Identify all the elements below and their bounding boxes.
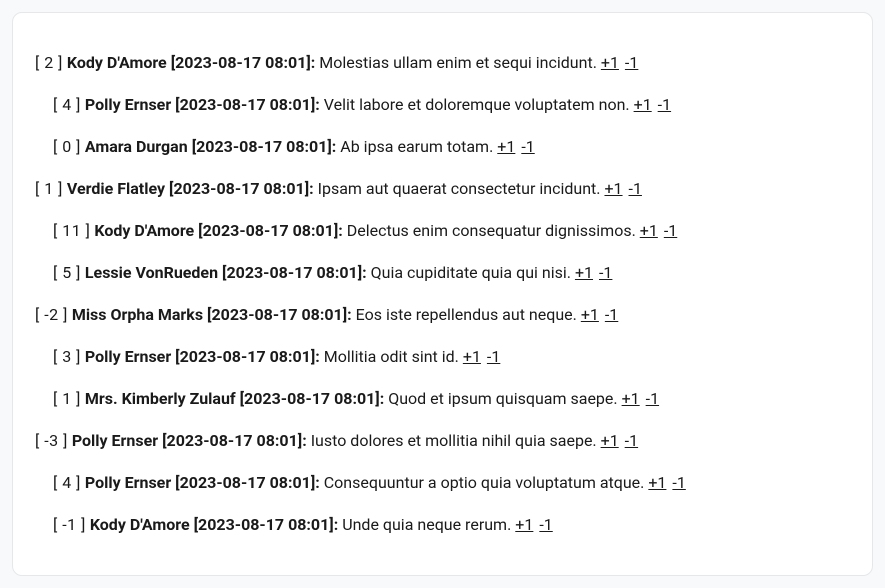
downvote-link[interactable]: -1 [599,263,612,282]
downvote-link[interactable]: -1 [646,389,659,408]
comment-score: [ 1 ] [53,389,81,408]
comment-meta: Lessie VonRueden [2023-08-17 08:01]: [85,263,367,282]
comment-reply: [ 4 ] Polly Ernser [2023-08-17 08:01]: C… [53,471,850,495]
comment-meta: Polly Ernser [2023-08-17 08:01]: [85,95,320,114]
comment-score: [ 1 ] [35,179,63,198]
comment-author: Lessie VonRueden [85,263,218,282]
comment-body: Mollitia odit sint id. [324,347,459,366]
comment-reply: [ -1 ] Kody D'Amore [2023-08-17 08:01]: … [53,513,850,537]
downvote-link[interactable]: -1 [487,347,500,366]
comment-timestamp: [2023-08-17 08:01]: [198,221,343,240]
comment-timestamp: [2023-08-17 08:01]: [162,431,307,450]
comment-reply: [ 11 ] Kody D'Amore [2023-08-17 08:01]: … [53,219,850,243]
comment-author: Mrs. Kimberly Zulauf [85,389,236,408]
comment-score: [ 3 ] [53,347,81,366]
comment-meta: Kody D'Amore [2023-08-17 08:01]: [67,53,315,72]
downvote-link[interactable]: -1 [672,473,685,492]
upvote-link[interactable]: +1 [604,179,622,198]
comment-score: [ 4 ] [53,95,81,114]
comment-meta: Miss Orpha Marks [2023-08-17 08:01]: [72,305,352,324]
comment-body: Eos iste repellendus aut neque. [356,305,577,324]
comment-author: Polly Ernser [72,431,158,450]
comment-score: [ 2 ] [35,53,63,72]
comment-meta: Kody D'Amore [2023-08-17 08:01]: [94,221,342,240]
comment: [ 1 ] Verdie Flatley [2023-08-17 08:01]:… [35,177,850,201]
downvote-link[interactable]: -1 [625,53,638,72]
comment-body: Ipsam aut quaerat consectetur incidunt. [318,179,601,198]
comment-author: Kody D'Amore [67,53,167,72]
upvote-link[interactable]: +1 [648,473,666,492]
comment: [ 2 ] Kody D'Amore [2023-08-17 08:01]: M… [35,51,850,75]
comment-meta: Polly Ernser [2023-08-17 08:01]: [72,431,307,450]
comment-timestamp: [2023-08-17 08:01]: [222,263,367,282]
comment-meta: Polly Ernser [2023-08-17 08:01]: [85,473,320,492]
downvote-link[interactable]: -1 [521,137,534,156]
comment-meta: Verdie Flatley [2023-08-17 08:01]: [67,179,314,198]
downvote-link[interactable]: -1 [625,431,638,450]
comment-timestamp: [2023-08-17 08:01]: [175,347,320,366]
comment-author: Kody D'Amore [94,221,194,240]
comment-score: [ 0 ] [53,137,81,156]
comment-author: Polly Ernser [85,95,171,114]
comment-score: [ 5 ] [53,263,81,282]
comment-score: [ -1 ] [53,515,86,534]
upvote-link[interactable]: +1 [581,305,599,324]
comment-body: Delectus enim consequatur dignissimos. [347,221,636,240]
upvote-link[interactable]: +1 [601,431,619,450]
comment-author: Kody D'Amore [90,515,190,534]
comment-author: Polly Ernser [85,473,171,492]
downvote-link[interactable]: -1 [629,179,642,198]
upvote-link[interactable]: +1 [601,53,619,72]
comment-body: Quod et ipsum quisquam saepe. [388,389,617,408]
comment-reply: [ 0 ] Amara Durgan [2023-08-17 08:01]: A… [53,135,850,159]
comment-timestamp: [2023-08-17 08:01]: [175,473,320,492]
comment-body: Velit labore et doloremque voluptatem no… [324,95,630,114]
comment-score: [ 4 ] [53,473,81,492]
comment: [ -2 ] Miss Orpha Marks [2023-08-17 08:0… [35,303,850,327]
upvote-link[interactable]: +1 [497,137,515,156]
comment-body: Iusto dolores et mollitia nihil quia sae… [311,431,597,450]
comment-body: Consequuntur a optio quia voluptatum atq… [324,473,645,492]
comment-reply: [ 1 ] Mrs. Kimberly Zulauf [2023-08-17 0… [53,387,850,411]
comment-timestamp: [2023-08-17 08:01]: [171,53,316,72]
comment-meta: Amara Durgan [2023-08-17 08:01]: [85,137,336,156]
downvote-link[interactable]: -1 [605,305,618,324]
upvote-link[interactable]: +1 [634,95,652,114]
upvote-link[interactable]: +1 [622,389,640,408]
comment-score: [ -3 ] [35,431,68,450]
upvote-link[interactable]: +1 [463,347,481,366]
comment-timestamp: [2023-08-17 08:01]: [207,305,352,324]
comment-body: Molestias ullam enim et sequi incidunt. [319,53,597,72]
comment-timestamp: [2023-08-17 08:01]: [240,389,385,408]
comment-author: Amara Durgan [85,137,188,156]
comment-score: [ 11 ] [53,221,90,240]
comment-author: Verdie Flatley [67,179,165,198]
comment-timestamp: [2023-08-17 08:01]: [194,515,339,534]
comment-meta: Kody D'Amore [2023-08-17 08:01]: [90,515,338,534]
comment-timestamp: [2023-08-17 08:01]: [192,137,337,156]
comment-meta: Polly Ernser [2023-08-17 08:01]: [85,347,320,366]
comment-meta: Mrs. Kimberly Zulauf [2023-08-17 08:01]: [85,389,384,408]
comment-score: [ -2 ] [35,305,68,324]
comment-body: Ab ipsa earum totam. [340,137,493,156]
downvote-link[interactable]: -1 [664,221,677,240]
upvote-link[interactable]: +1 [575,263,593,282]
comment-timestamp: [2023-08-17 08:01]: [169,179,314,198]
upvote-link[interactable]: +1 [640,221,658,240]
comment-body: Unde quia neque rerum. [342,515,511,534]
comment-reply: [ 5 ] Lessie VonRueden [2023-08-17 08:01… [53,261,850,285]
comment-body: Quia cupiditate quia qui nisi. [371,263,571,282]
comment-author: Miss Orpha Marks [72,305,203,324]
comment-author: Polly Ernser [85,347,171,366]
upvote-link[interactable]: +1 [515,515,533,534]
downvote-link[interactable]: -1 [658,95,671,114]
comment-reply: [ 4 ] Polly Ernser [2023-08-17 08:01]: V… [53,93,850,117]
comments-panel: [ 2 ] Kody D'Amore [2023-08-17 08:01]: M… [12,12,873,576]
comment-reply: [ 3 ] Polly Ernser [2023-08-17 08:01]: M… [53,345,850,369]
comment-timestamp: [2023-08-17 08:01]: [175,95,320,114]
comment: [ -3 ] Polly Ernser [2023-08-17 08:01]: … [35,429,850,453]
downvote-link[interactable]: -1 [539,515,552,534]
